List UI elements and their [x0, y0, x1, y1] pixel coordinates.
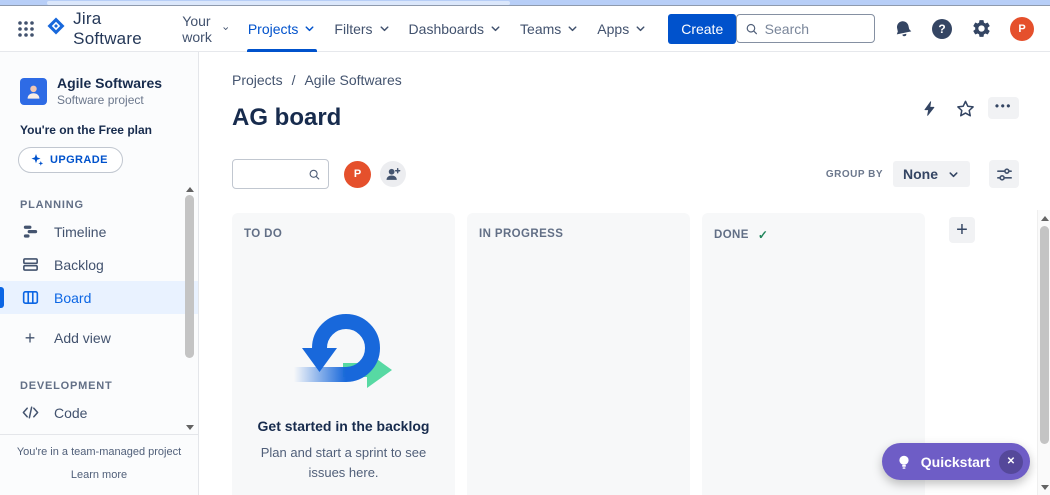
project-avatar — [20, 78, 47, 106]
board-empty-state: Get started in the backlog Plan and star… — [232, 248, 455, 495]
column-header-done[interactable]: DONE ✓ — [702, 213, 925, 250]
sidebar-item-code[interactable]: Code — [0, 396, 198, 429]
chevron-down-icon — [949, 171, 958, 177]
settings-gear-icon[interactable] — [967, 15, 995, 43]
sparkle-icon — [31, 154, 44, 167]
notifications-bell-icon[interactable] — [889, 15, 917, 43]
global-search[interactable] — [736, 14, 875, 43]
quickstart-label: Quickstart — [920, 453, 990, 470]
group-by-select[interactable]: None — [893, 161, 970, 187]
member-avatar[interactable]: P — [344, 160, 371, 188]
primary-nav: Your work Projects Filters Dashboards Te… — [173, 6, 656, 52]
scrollbar-thumb[interactable] — [185, 195, 194, 358]
search-icon — [309, 169, 320, 179]
help-icon[interactable]: ? — [932, 18, 952, 39]
sidebar-footer: You're in a team-managed project Learn m… — [0, 434, 198, 495]
column-header-in-progress[interactable]: IN PROGRESS — [467, 213, 690, 248]
automation-lightning-icon[interactable] — [916, 94, 944, 122]
upgrade-button[interactable]: UPGRADE — [18, 147, 123, 174]
user-avatar[interactable]: P — [1010, 16, 1034, 41]
board-toolbar: P GROUP BY None — [232, 158, 1019, 190]
backlog-icon — [20, 255, 40, 274]
more-options-icon[interactable]: ••• — [987, 97, 1019, 119]
section-title-development: DEVELOPMENT — [20, 380, 113, 393]
empty-state-description: Plan and start a sprint to see issues he… — [260, 445, 427, 480]
chevron-down-icon — [223, 27, 229, 30]
empty-state-title: Get started in the backlog — [257, 418, 430, 434]
chevron-down-icon — [380, 26, 389, 32]
project-type: Software project — [57, 93, 144, 108]
quickstart-close-icon[interactable]: ✕ — [999, 449, 1023, 474]
group-by-label: GROUP BY — [825, 168, 883, 180]
lightbulb-icon — [899, 455, 909, 469]
scroll-down-arrow[interactable] — [1038, 481, 1050, 493]
create-button[interactable]: Create — [668, 13, 737, 44]
scrollbar-thumb[interactable] — [1040, 226, 1049, 444]
sidebar-item-board[interactable]: Board — [0, 281, 198, 315]
global-search-input[interactable] — [764, 20, 866, 37]
board-icon — [20, 288, 40, 307]
nav-item-dashboards[interactable]: Dashboards — [400, 6, 512, 52]
chevron-down-icon — [568, 26, 577, 32]
done-check-icon: ✓ — [757, 228, 769, 242]
app-title: Jira Software — [73, 8, 142, 48]
board-actions: ••• — [916, 94, 1019, 122]
sidebar-item-timeline[interactable]: Timeline — [0, 215, 198, 248]
chevron-down-icon — [636, 26, 645, 32]
browser-tab-hint — [47, 1, 510, 5]
search-icon — [746, 23, 758, 34]
board-search[interactable] — [232, 159, 329, 189]
scroll-down-arrow[interactable] — [183, 421, 196, 433]
plan-banner-text: You're on the Free plan — [20, 123, 152, 138]
sidebar-item-add-view[interactable]: + Add view — [0, 321, 198, 354]
timeline-icon — [20, 222, 40, 241]
sidebar-item-backlog[interactable]: Backlog — [0, 248, 198, 281]
chevron-down-icon — [305, 26, 314, 32]
view-settings-icon[interactable] — [989, 160, 1019, 188]
nav-item-apps[interactable]: Apps — [588, 6, 656, 52]
breadcrumb: Projects / Agile Softwares — [232, 72, 402, 88]
board-columns: TO DO Get started in the backlog Plan an… — [232, 213, 975, 495]
column-todo: TO DO Get started in the backlog Plan an… — [232, 213, 455, 495]
chevron-down-icon — [491, 26, 500, 32]
scroll-up-arrow[interactable] — [183, 183, 196, 195]
board-search-input[interactable] — [241, 166, 309, 182]
team-managed-note: You're in a team-managed project — [16, 446, 182, 458]
section-title-planning: PLANNING — [20, 199, 84, 212]
sidebar-scrollbar[interactable] — [183, 183, 196, 433]
learn-more-link[interactable]: Learn more — [71, 469, 127, 481]
column-header-todo[interactable]: TO DO — [232, 213, 455, 248]
breadcrumb-separator: / — [291, 72, 296, 88]
add-people-icon[interactable] — [380, 161, 406, 187]
board-main-area: Projects / Agile Softwares AG board ••• … — [199, 52, 1050, 495]
project-sidebar: Agile Softwares Software project You're … — [0, 52, 199, 495]
top-navigation-bar: Jira Software Your work Projects Filters… — [0, 6, 1050, 52]
topnav-actions: ? P — [889, 15, 1034, 43]
app-switcher-icon[interactable] — [14, 15, 38, 43]
breadcrumb-projects[interactable]: Projects — [232, 72, 283, 88]
nav-item-your-work[interactable]: Your work — [173, 6, 239, 52]
quickstart-button[interactable]: Quickstart ✕ — [881, 443, 1030, 480]
breadcrumb-project-name[interactable]: Agile Softwares — [304, 72, 401, 88]
jira-logo[interactable]: Jira Software — [46, 9, 157, 49]
board-scrollbar[interactable] — [1037, 210, 1050, 495]
plus-icon: + — [24, 327, 36, 348]
nav-item-projects[interactable]: Projects — [239, 6, 326, 52]
add-column-button[interactable]: + — [949, 217, 975, 243]
scroll-up-arrow[interactable] — [1038, 212, 1050, 224]
nav-item-teams[interactable]: Teams — [511, 6, 588, 52]
page-title: AG board — [232, 104, 342, 131]
column-in-progress: IN PROGRESS — [467, 213, 690, 495]
star-favorite-icon[interactable] — [952, 94, 980, 122]
code-icon — [20, 403, 40, 422]
project-header[interactable]: Agile Softwares Software project — [0, 52, 198, 107]
project-name: Agile Softwares — [57, 75, 163, 91]
jira-diamond-icon — [46, 16, 66, 41]
sprint-loop-illustration — [293, 314, 392, 388]
nav-item-filters[interactable]: Filters — [325, 6, 399, 52]
